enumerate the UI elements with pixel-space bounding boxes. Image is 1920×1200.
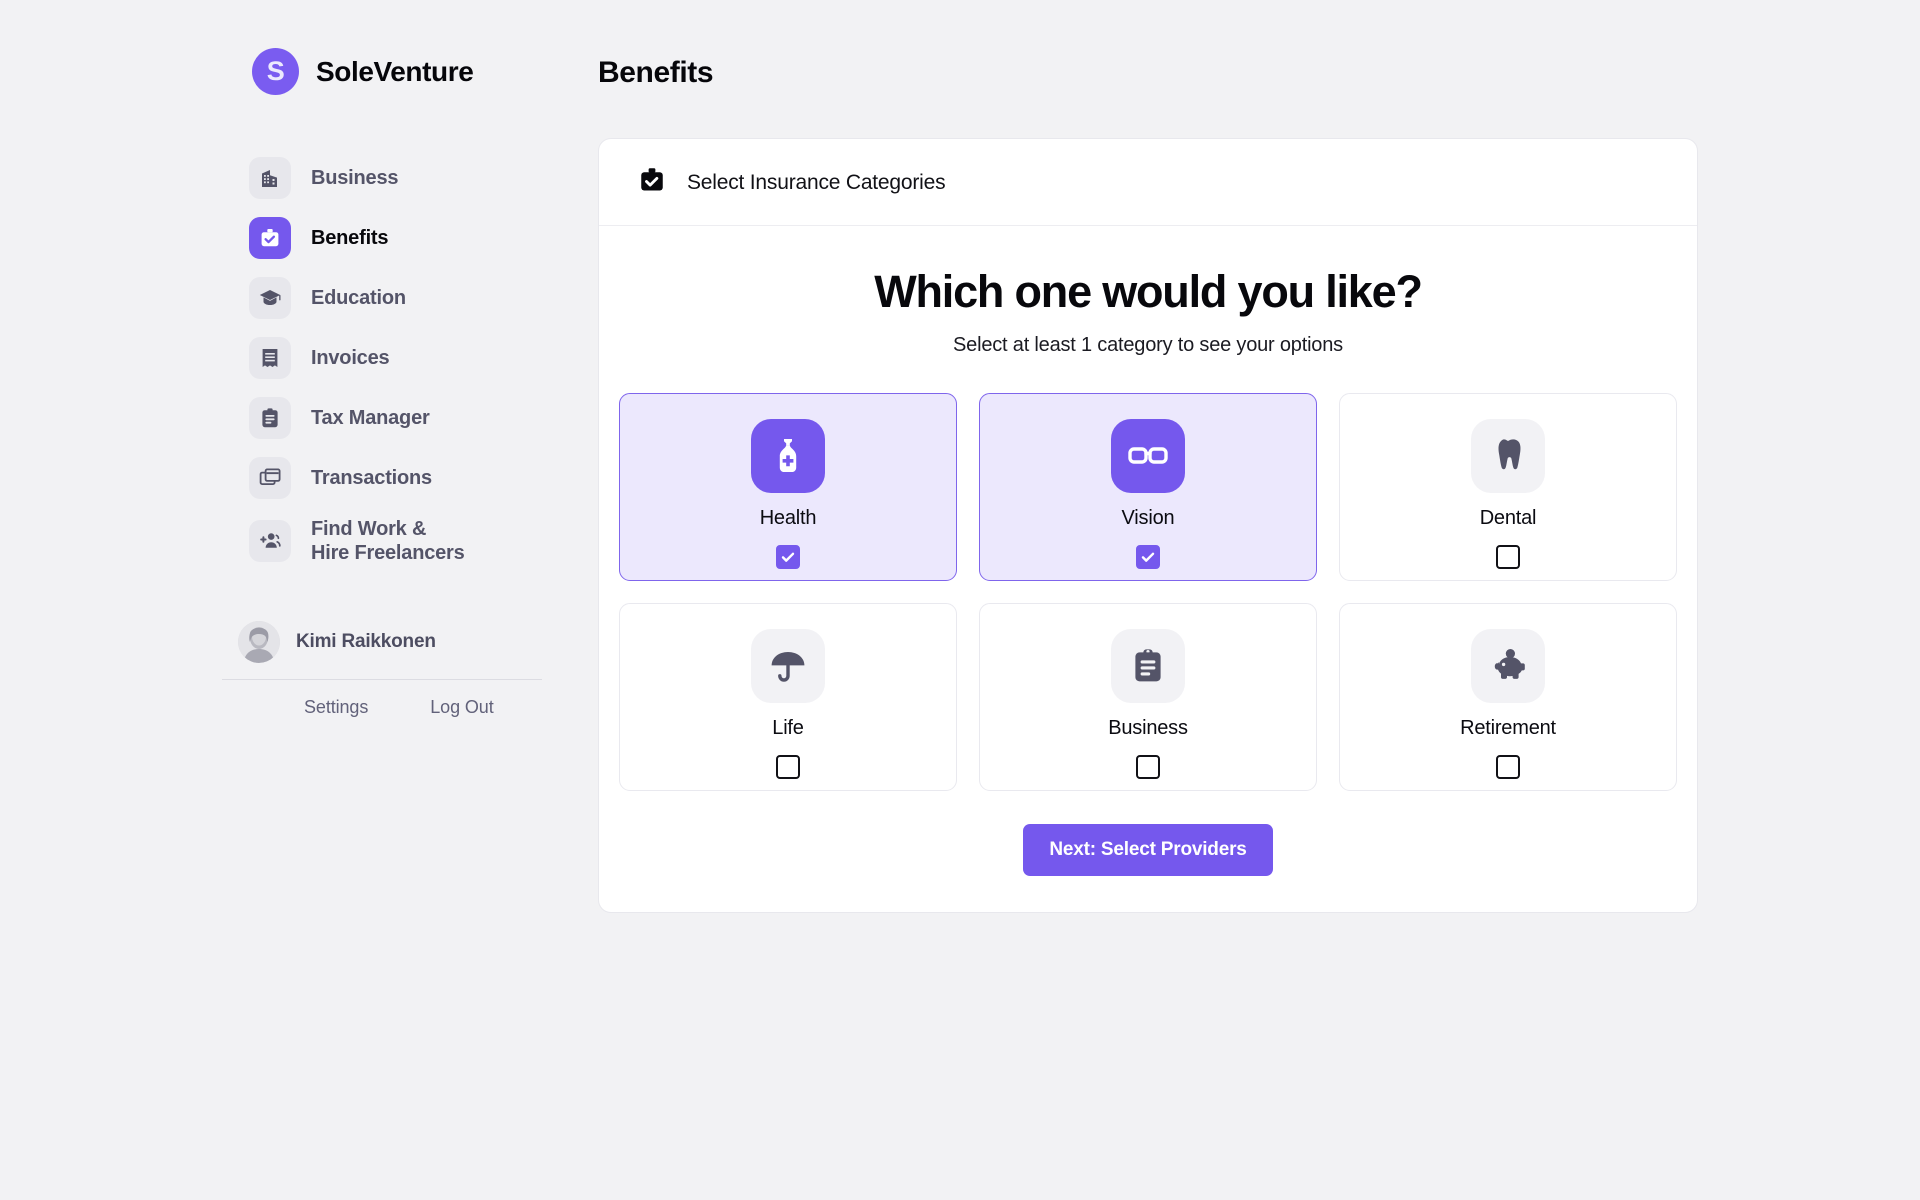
category-label: Vision [1121,507,1175,529]
briefcase-check-icon [249,217,291,259]
receipt-icon [249,337,291,379]
sidebar-item-label: Business [311,167,399,189]
category-checkbox-vision[interactable] [1136,545,1160,569]
subheadline: Select at least 1 category to see your o… [953,334,1343,356]
sidebar-nav: Business Benefits Education Invoices Tax… [0,157,545,565]
category-card-life[interactable]: Life [619,603,957,791]
sidebar-item-label: Education [311,287,406,309]
sidebar-item-label: Benefits [311,227,389,249]
medicine-bottle-icon [751,419,825,493]
profile[interactable]: Kimi Raikkonen [0,621,545,663]
logo-letter: S [266,56,285,86]
sidebar-item-benefits[interactable]: Benefits [249,217,545,259]
sidebar-item-label: Invoices [311,347,390,369]
tooth-icon [1471,419,1545,493]
next-select-providers-button[interactable]: Next: Select Providers [1023,824,1273,876]
category-checkbox-business[interactable] [1136,755,1160,779]
category-card-dental[interactable]: Dental [1339,393,1677,581]
graduation-cap-icon [249,277,291,319]
category-checkbox-health[interactable] [776,545,800,569]
insurance-categories-panel: Select Insurance Categories Which one wo… [598,138,1698,913]
next-button-row: Next: Select Providers [623,824,1673,876]
building-icon [249,157,291,199]
category-grid: Health Vision Dental Life Business Retir… [619,393,1677,791]
category-label: Life [772,717,804,739]
panel-header: Select Insurance Categories [599,139,1697,226]
category-card-business[interactable]: Business [979,603,1317,791]
panel-header-title: Select Insurance Categories [687,170,946,194]
panel-body: Which one would you like? Select at leas… [599,226,1697,912]
settings-link[interactable]: Settings [304,697,368,718]
sidebar-item-label: Find Work & Hire Freelancers [311,518,465,564]
category-label: Retirement [1460,717,1556,739]
sidebar-divider [222,679,542,680]
profile-name: Kimi Raikkonen [296,631,436,652]
category-card-retirement[interactable]: Retirement [1339,603,1677,791]
app-root: S SoleVenture Business Benefits Educatio… [0,0,1920,1200]
sidebar: S SoleVenture Business Benefits Educatio… [0,0,545,1200]
avatar [238,621,280,663]
category-checkbox-retirement[interactable] [1496,755,1520,779]
main-content: Benefits Select Insurance Categories Whi… [545,0,1920,1200]
clipboard-icon [249,397,291,439]
sidebar-item-invoices[interactable]: Invoices [249,337,545,379]
brand[interactable]: S SoleVenture [0,48,545,95]
add-person-icon [249,520,291,562]
umbrella-icon [751,629,825,703]
category-checkbox-life[interactable] [776,755,800,779]
page-title: Benefits [598,56,714,89]
brand-name: SoleVenture [316,55,474,87]
category-card-health[interactable]: Health [619,393,957,581]
sidebar-item-label: Tax Manager [311,407,430,429]
sidebar-item-tax-manager[interactable]: Tax Manager [249,397,545,439]
headline: Which one would you like? [874,266,1423,317]
cards-stack-icon [249,457,291,499]
sidebar-item-business[interactable]: Business [249,157,545,199]
sidebar-bottom-links: Settings Log Out [0,697,545,718]
sidebar-item-find-work[interactable]: Find Work & Hire Freelancers [249,517,545,565]
briefcase-check-icon [637,165,667,200]
category-checkbox-dental[interactable] [1496,545,1520,569]
clipboard-icon [1111,629,1185,703]
sidebar-item-label: Transactions [311,467,432,489]
logout-link[interactable]: Log Out [430,697,493,718]
glasses-icon [1111,419,1185,493]
piggy-bank-icon [1471,629,1545,703]
category-label: Dental [1479,507,1537,529]
soleventure-logo-icon: S [252,48,299,95]
sidebar-item-transactions[interactable]: Transactions [249,457,545,499]
category-card-vision[interactable]: Vision [979,393,1317,581]
sidebar-item-education[interactable]: Education [249,277,545,319]
category-label: Business [1108,717,1188,739]
category-label: Health [759,507,817,529]
